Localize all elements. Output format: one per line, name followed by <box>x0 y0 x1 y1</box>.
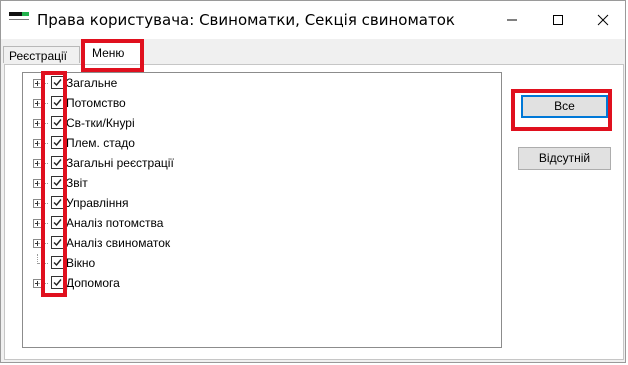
tree-item-label: Загальне <box>66 76 118 90</box>
tree-item-label: Плем. стадо <box>66 136 135 150</box>
checkmark-icon <box>53 99 62 107</box>
dialog-window: Права користувача: Свиноматки, Секція св… <box>0 0 626 363</box>
tree-item[interactable]: Плем. стадо <box>23 134 493 154</box>
checkmark-icon <box>53 139 62 147</box>
checkmark-icon <box>53 119 62 127</box>
select-none-button[interactable]: Відсутній <box>518 147 611 170</box>
tree-item-label: Вікно <box>66 256 96 270</box>
tab-registrations[interactable]: Реєстрації <box>3 46 80 63</box>
maximize-icon <box>553 15 563 25</box>
tree-item-label: Св-тки/Кнурі <box>66 116 135 130</box>
tree-item-label: Потомство <box>66 96 126 110</box>
tree-connector <box>38 223 48 224</box>
tree-item[interactable]: Потомство <box>23 94 493 114</box>
tree-connector <box>38 263 48 264</box>
tree-item[interactable]: Загальне <box>23 74 493 94</box>
tree-connector <box>38 143 48 144</box>
tree-item[interactable]: Допомога <box>23 274 493 294</box>
tree-item-checkbox[interactable] <box>51 116 64 129</box>
tree-item-label: Аналіз свиноматок <box>66 236 171 250</box>
close-icon <box>597 14 609 26</box>
tree-item-checkbox[interactable] <box>51 256 64 269</box>
tree-item[interactable]: Звіт <box>23 174 493 194</box>
tree-item[interactable]: Управління <box>23 194 493 214</box>
tree-connector <box>38 123 48 124</box>
window-title: Права користувача: Свиноматки, Секція св… <box>37 11 455 29</box>
tree-item-checkbox[interactable] <box>51 216 64 229</box>
tree-item-label: Аналіз потомства <box>66 216 164 230</box>
tree-connector <box>38 103 48 104</box>
tree-item-checkbox[interactable] <box>51 76 64 89</box>
tree-connector <box>38 243 48 244</box>
tree-item-checkbox[interactable] <box>51 176 64 189</box>
maximize-button[interactable] <box>535 1 581 39</box>
tree-item-checkbox[interactable] <box>51 156 64 169</box>
close-button[interactable] <box>580 1 626 39</box>
checkmark-icon <box>53 199 62 207</box>
checkmark-icon <box>53 79 62 87</box>
tree-connector <box>38 283 48 284</box>
checkmark-icon <box>53 179 62 187</box>
tree-connector <box>38 203 48 204</box>
minimize-button[interactable] <box>489 1 535 39</box>
tree-item-checkbox[interactable] <box>51 136 64 149</box>
tree-item-checkbox[interactable] <box>51 276 64 289</box>
tree-item-label: Управління <box>66 196 129 210</box>
tree-connector <box>38 83 48 84</box>
title-bar[interactable]: Права користувача: Свиноматки, Секція св… <box>1 1 625 39</box>
menu-tree[interactable]: Загальне Потомство Св-тки/Кнурі Плем. стадо… <box>22 72 502 348</box>
tab-menu[interactable]: Меню <box>84 41 142 65</box>
tree-item[interactable]: Аналіз потомства <box>23 214 493 234</box>
tree-item[interactable]: Загальні реєстрації <box>23 154 493 174</box>
tree-item-label: Звіт <box>66 176 88 190</box>
tree-item-checkbox[interactable] <box>51 236 64 249</box>
tab-panel: Загальне Потомство Св-тки/Кнурі Плем. стадо… <box>4 64 624 360</box>
checkmark-icon <box>53 259 62 267</box>
checkmark-icon <box>53 239 62 247</box>
app-icon <box>9 12 29 26</box>
minimize-icon <box>507 19 517 21</box>
checkmark-icon <box>53 279 62 287</box>
tree-item[interactable]: Вікно <box>23 254 493 274</box>
tree-connector <box>38 163 48 164</box>
tab-strip: Реєстрації Меню <box>1 39 625 65</box>
checkmark-icon <box>53 159 62 167</box>
tree-item-label: Загальні реєстрації <box>66 156 174 170</box>
tree-item-checkbox[interactable] <box>51 196 64 209</box>
select-all-button[interactable]: Все <box>521 95 608 118</box>
tree-item-label: Допомога <box>66 276 120 290</box>
checkmark-icon <box>53 219 62 227</box>
tree-item[interactable]: Св-тки/Кнурі <box>23 114 493 134</box>
tree-item-checkbox[interactable] <box>51 96 64 109</box>
tree-item[interactable]: Аналіз свиноматок <box>23 234 493 254</box>
tree-connector <box>38 183 48 184</box>
